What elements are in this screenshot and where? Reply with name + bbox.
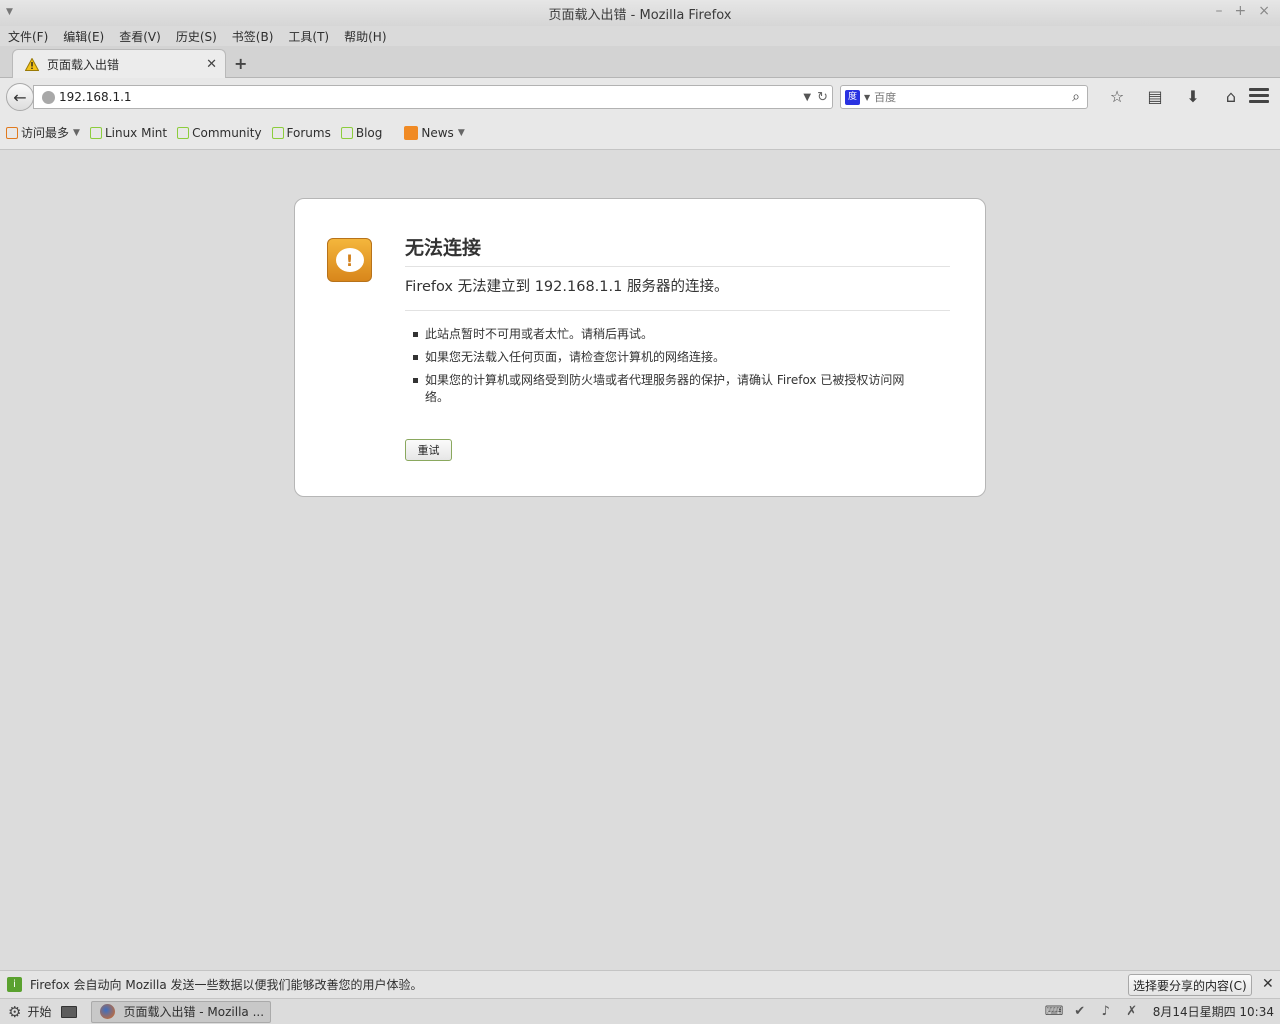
- rss-icon: [404, 125, 419, 140]
- data-reporting-notification: i Firefox 会自动向 Mozilla 发送一些数据以便我们能够改善您的用…: [0, 970, 1280, 998]
- minimize-button[interactable]: –: [1216, 3, 1223, 19]
- page-content: ! 无法连接 Firefox 无法建立到 192.168.1.1 服务器的连接。…: [0, 150, 1280, 970]
- back-arrow-icon: ←: [13, 87, 27, 107]
- error-suggestions: 此站点暂时不可用或者太忙。请稍后再试。 如果您无法载入任何页面，请检查您计算机的…: [405, 326, 925, 412]
- bookmark-linux-mint[interactable]: Linux Mint: [89, 125, 168, 140]
- menu-file[interactable]: 文件(F): [4, 28, 52, 45]
- search-engine-dropdown-icon[interactable]: ▼: [864, 93, 870, 102]
- chevron-down-icon: ▼: [73, 127, 80, 138]
- bookmark-news[interactable]: News ▼: [404, 125, 465, 140]
- error-container: ! 无法连接 Firefox 无法建立到 192.168.1.1 服务器的连接。…: [294, 198, 986, 497]
- info-icon: i: [7, 977, 22, 992]
- window-controls: – + ×: [1216, 3, 1270, 19]
- list-item: 如果您的计算机或网络受到防火墙或者代理服务器的保护，请确认 Firefox 已被…: [405, 372, 925, 406]
- firefox-icon: [100, 1004, 116, 1019]
- close-tab-icon[interactable]: ✕: [206, 57, 217, 72]
- close-window-button[interactable]: ×: [1258, 3, 1270, 19]
- bookmarks-toolbar: 访问最多 ▼ Linux Mint Community Forums Blog …: [0, 116, 1280, 150]
- bookmarks-menu-icon[interactable]: ▤: [1136, 87, 1174, 106]
- menu-help[interactable]: 帮助(H): [340, 28, 390, 45]
- mint-icon: [271, 126, 284, 139]
- show-desktop-icon[interactable]: [61, 1005, 78, 1018]
- system-tray: ⌨ ✔ ♪ ✗ 8月14日星期四 10:34: [1045, 1003, 1274, 1020]
- back-button[interactable]: ←: [6, 83, 34, 111]
- globe-icon: [42, 90, 55, 104]
- hamburger-menu-icon[interactable]: [1249, 88, 1269, 103]
- menu-history[interactable]: 历史(S): [172, 28, 221, 45]
- menu-bookmarks[interactable]: 书签(B): [228, 28, 278, 45]
- menu-edit[interactable]: 编辑(E): [59, 28, 108, 45]
- network-disconnected-icon[interactable]: ✗: [1123, 1004, 1141, 1020]
- bookmark-star-icon[interactable]: ☆: [1098, 87, 1136, 106]
- mint-icon: [177, 126, 190, 139]
- taskbar: ⚙ 开始 页面载入出错 - Mozilla ... ⌨ ✔ ♪ ✗ 8月14日星…: [0, 998, 1280, 1024]
- bookmark-label: Community: [192, 125, 262, 140]
- baidu-paw-icon[interactable]: 度: [845, 89, 860, 105]
- taskbar-window-firefox[interactable]: 页面载入出错 - Mozilla ...: [91, 1000, 272, 1023]
- search-input[interactable]: [874, 90, 1065, 104]
- navigation-toolbar: 192.168.1.1 ▼ ↻ ← 度 ▼ ⌕ ☆ ▤ ⬇ ⌂: [0, 78, 1280, 116]
- bookmark-label: 访问最多: [21, 126, 70, 140]
- keyboard-icon[interactable]: ⌨: [1045, 1004, 1064, 1020]
- bookmark-most-visited[interactable]: 访问最多 ▼: [6, 124, 80, 141]
- menubar: 文件(F) 编辑(E) 查看(V) 历史(S) 书签(B) 工具(T) 帮助(H…: [0, 26, 1280, 46]
- choose-share-button[interactable]: 选择要分享的内容(C): [1128, 974, 1252, 996]
- most-visited-icon: [6, 126, 18, 139]
- downloads-icon[interactable]: ⬇: [1174, 87, 1212, 106]
- url-history-dropdown-icon[interactable]: ▼: [803, 92, 811, 103]
- close-notification-icon[interactable]: ✕: [1262, 976, 1274, 992]
- reload-icon[interactable]: ↻: [817, 90, 828, 105]
- clock[interactable]: 8月14日星期四 10:34: [1153, 1003, 1274, 1020]
- toolbar-icons: ☆ ▤ ⬇ ⌂: [1098, 87, 1250, 106]
- window-titlebar: ▼ 页面载入出错 - Mozilla Firefox – + ×: [0, 0, 1280, 26]
- tab-strip: 页面载入出错 ✕ +: [0, 46, 1280, 78]
- list-item: 此站点暂时不可用或者太忙。请稍后再试。: [405, 326, 925, 343]
- error-title: 无法连接: [405, 233, 950, 267]
- mint-icon: [340, 126, 353, 139]
- tab-label: 页面载入出错: [47, 57, 120, 72]
- search-icon[interactable]: ⌕: [1065, 89, 1087, 105]
- list-item: 如果您无法载入任何页面，请检查您计算机的网络连接。: [405, 349, 925, 366]
- menu-tools[interactable]: 工具(T): [284, 28, 333, 45]
- warning-icon: [25, 57, 39, 71]
- retry-button[interactable]: 重试: [405, 439, 452, 461]
- notification-text: Firefox 会自动向 Mozilla 发送一些数据以便我们能够改善您的用户体…: [30, 978, 423, 992]
- bookmark-label: Linux Mint: [104, 125, 168, 140]
- window-menu-icon[interactable]: ▼: [6, 7, 13, 17]
- bookmark-label: Forums: [286, 125, 331, 140]
- shield-check-icon[interactable]: ✔: [1071, 1004, 1089, 1020]
- new-tab-button[interactable]: +: [234, 54, 247, 73]
- error-alert-icon: !: [327, 238, 372, 282]
- taskbar-window-label: 页面载入出错 - Mozilla ...: [123, 1005, 265, 1019]
- chevron-down-icon: ▼: [457, 127, 465, 138]
- gear-icon: ⚙: [8, 1002, 22, 1021]
- bookmark-community[interactable]: Community: [177, 125, 262, 140]
- home-icon[interactable]: ⌂: [1212, 87, 1250, 106]
- bookmark-forums[interactable]: Forums: [271, 125, 331, 140]
- url-text[interactable]: 192.168.1.1: [59, 90, 803, 104]
- bookmark-blog[interactable]: Blog: [340, 125, 383, 140]
- error-description: Firefox 无法建立到 192.168.1.1 服务器的连接。: [405, 275, 950, 311]
- window-title: 页面载入出错 - Mozilla Firefox: [548, 7, 732, 23]
- start-button[interactable]: ⚙ 开始: [0, 1003, 51, 1021]
- tab-active[interactable]: 页面载入出错 ✕: [12, 49, 226, 78]
- url-bar[interactable]: 192.168.1.1 ▼ ↻: [33, 85, 833, 109]
- mint-icon: [89, 126, 102, 139]
- start-label: 开始: [27, 1005, 52, 1019]
- bookmark-label: Blog: [355, 125, 383, 140]
- search-bar[interactable]: 度 ▼ ⌕: [840, 85, 1088, 109]
- volume-icon[interactable]: ♪: [1097, 1004, 1115, 1020]
- maximize-button[interactable]: +: [1235, 3, 1247, 19]
- bookmark-label: News: [421, 125, 454, 140]
- menu-view[interactable]: 查看(V): [115, 28, 165, 45]
